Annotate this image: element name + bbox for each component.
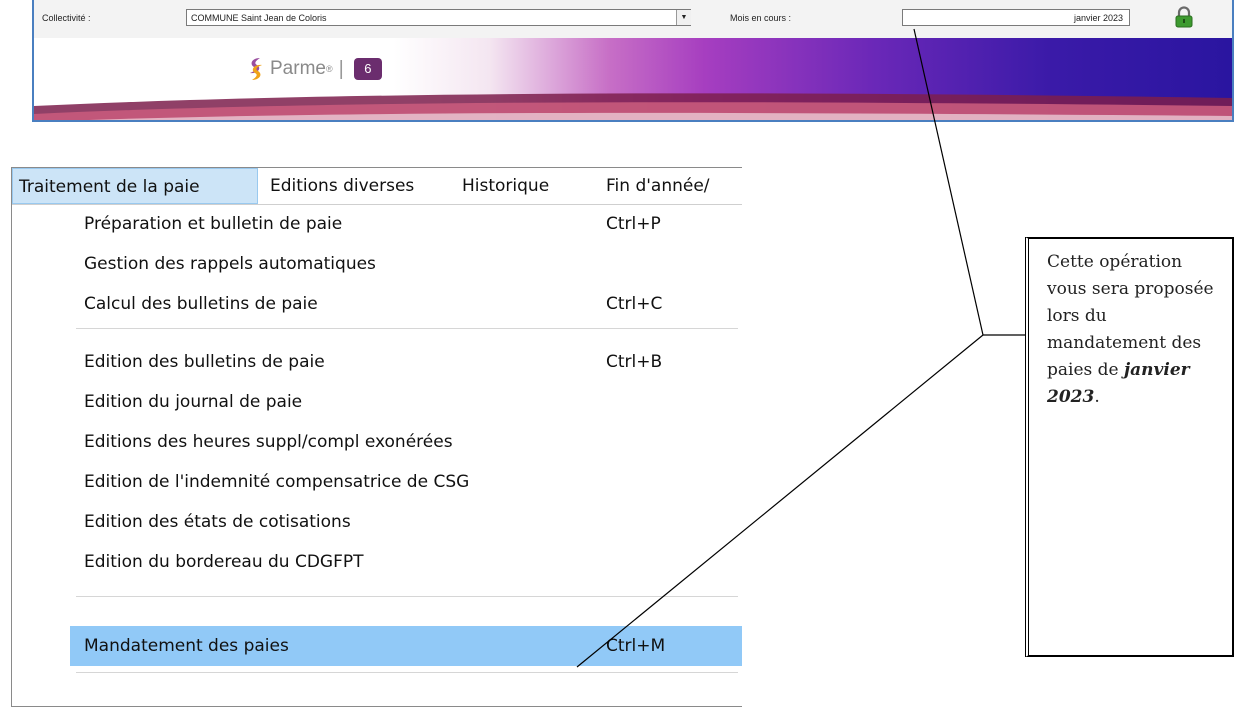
callout-line-to-month (913, 28, 984, 336)
callout-lines (576, 28, 1025, 668)
callout-line-to-menu (576, 334, 984, 668)
